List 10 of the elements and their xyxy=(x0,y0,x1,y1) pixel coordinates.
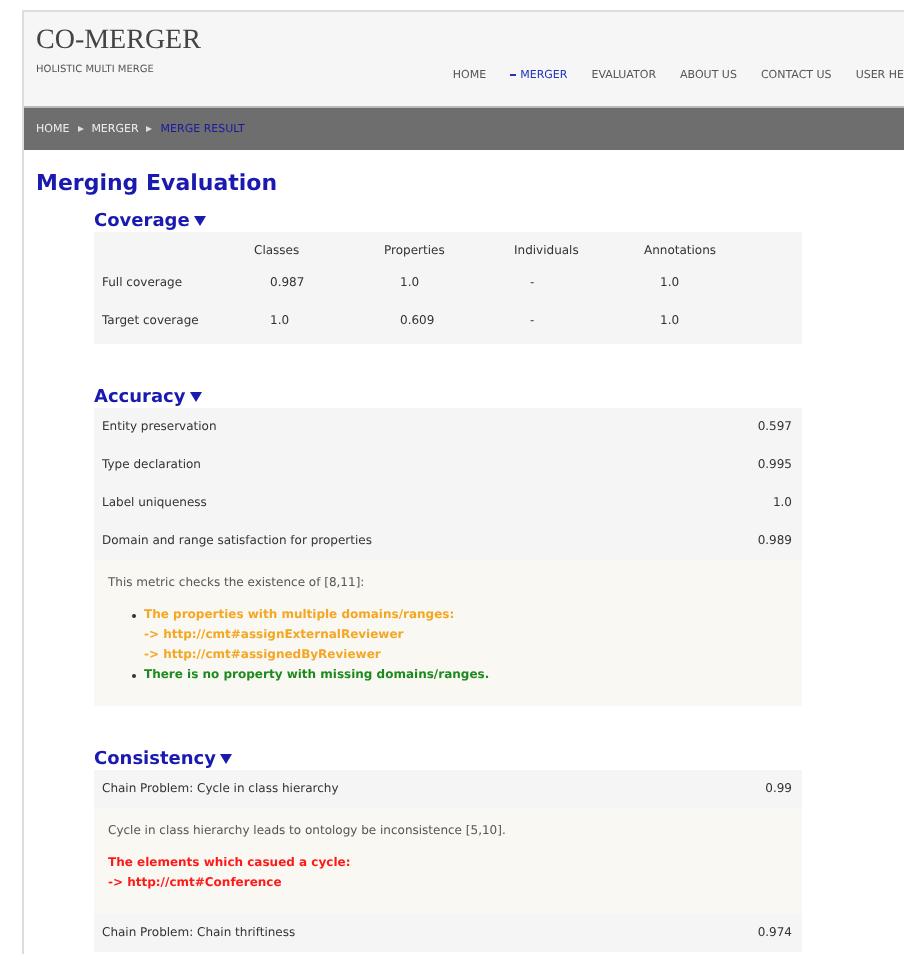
separator-icon xyxy=(146,126,153,132)
section-title[interactable]: Accuracy xyxy=(94,388,186,408)
site-title: CO-MERGER xyxy=(36,26,201,58)
collapse-icon[interactable] xyxy=(220,754,233,764)
collapse-icon[interactable] xyxy=(189,392,202,402)
section-title[interactable]: Consistency xyxy=(94,750,217,770)
section-title[interactable]: Coverage xyxy=(94,212,190,232)
collapse-icon[interactable] xyxy=(193,216,206,226)
page-title: Merging Evaluation xyxy=(36,170,280,196)
separator-icon xyxy=(77,126,84,132)
